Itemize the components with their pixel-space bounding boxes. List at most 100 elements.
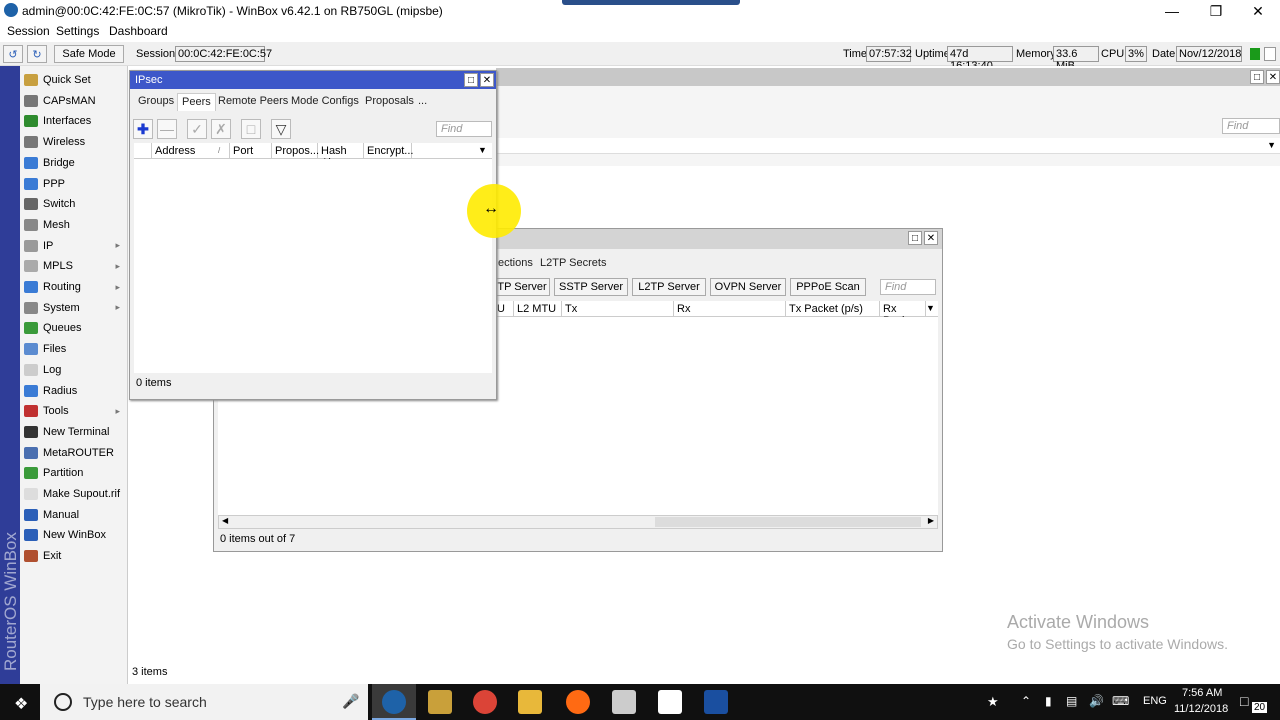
sidebar-item-ppp[interactable]: PPP — [20, 174, 128, 194]
battery-icon[interactable]: ▮ — [1045, 694, 1052, 708]
sidebar-item-exit[interactable]: Exit — [20, 546, 128, 566]
chrome-icon[interactable] — [473, 690, 497, 714]
back-window-maximize-button[interactable]: □ — [1250, 70, 1264, 84]
ovpn-server-button[interactable]: OVPN Server — [710, 278, 786, 296]
keyboard-icon[interactable]: ⌨ — [1112, 694, 1129, 708]
sidebar-item-new-winbox[interactable]: New WinBox — [20, 525, 128, 545]
sidebar-item-switch[interactable]: Switch — [20, 194, 128, 214]
sidebar-item-metarouter[interactable]: MetaROUTER — [20, 443, 128, 463]
column-header-tx-packet[interactable]: Tx Packet (p/s) — [786, 301, 880, 317]
taskbar-time[interactable]: 7:56 AM — [1182, 687, 1222, 699]
sidebar-item-mesh[interactable]: Mesh — [20, 215, 128, 235]
column-header-proposal[interactable]: Propos... — [272, 143, 319, 159]
back-window-titlebar[interactable] — [496, 68, 1280, 86]
tab-l2tp-secrets[interactable]: L2TP Secrets — [536, 255, 610, 273]
minimize-button[interactable]: — — [1150, 0, 1194, 22]
l2tp-server-button[interactable]: L2TP Server — [632, 278, 706, 296]
tab-mode-configs[interactable]: Mode Configs — [287, 93, 363, 111]
hide-passwords-checkbox[interactable] — [1264, 47, 1276, 61]
firefox-icon[interactable] — [566, 690, 590, 714]
app-icon[interactable] — [518, 690, 542, 714]
tab-connections[interactable]: ections — [494, 255, 537, 273]
taskbar-winbox-app[interactable] — [372, 684, 416, 720]
scroll-right-icon[interactable]: ▶ — [928, 516, 934, 525]
taskbar-search-box[interactable]: Type here to search 🎤 — [40, 684, 368, 720]
column-header-hash[interactable]: Hash Al... — [318, 143, 364, 169]
action-center-icon[interactable]: □ — [1240, 693, 1248, 709]
ppp-find-input[interactable]: Find — [880, 279, 936, 295]
column-header-rx-packet[interactable]: Rx Pack — [880, 301, 926, 327]
redo-button[interactable]: ↻ — [27, 45, 47, 63]
sidebar-item-bridge[interactable]: Bridge — [20, 153, 128, 173]
ipsec-column-dropdown-icon[interactable]: ▼ — [478, 145, 487, 155]
close-button[interactable]: ✕ — [1236, 0, 1280, 22]
disable-button[interactable]: ✗ — [211, 119, 231, 139]
sidebar-item-partition[interactable]: Partition — [20, 463, 128, 483]
menu-dashboard[interactable]: Dashboard — [109, 24, 168, 38]
sidebar-item-make-supout-rif[interactable]: Make Supout.rif — [20, 484, 128, 504]
tab-groups[interactable]: Groups — [134, 93, 178, 111]
sidebar-item-routing[interactable]: Routing ▸ — [20, 277, 128, 297]
comment-button[interactable]: □ — [241, 119, 261, 139]
sidebar-item-log[interactable]: Log — [20, 360, 128, 380]
pptp-server-button[interactable]: TP Server — [494, 278, 550, 296]
ipsec-window-titlebar[interactable]: IPsec □ ✕ — [130, 71, 496, 89]
ipsec-maximize-button[interactable]: □ — [464, 73, 478, 87]
ppp-maximize-button[interactable]: □ — [908, 231, 922, 245]
microphone-icon[interactable]: 🎤 — [342, 693, 359, 710]
filter-button[interactable]: ▽ — [271, 119, 291, 139]
ppp-close-button[interactable]: ✕ — [924, 231, 938, 245]
windows-start-icon[interactable]: ❖ — [14, 694, 28, 714]
column-header-tx[interactable]: Tx — [562, 301, 674, 317]
people-icon[interactable]: ★ — [987, 694, 999, 710]
ppp-column-dropdown-icon[interactable]: ▼ — [926, 303, 935, 313]
column-header-port[interactable]: Port — [230, 143, 272, 159]
pppoe-scan-button[interactable]: PPPoE Scan — [790, 278, 866, 296]
sidebar-item-manual[interactable]: Manual — [20, 505, 128, 525]
tab-proposals[interactable]: Proposals — [361, 93, 418, 111]
sidebar-item-wireless[interactable]: Wireless — [20, 132, 128, 152]
file-explorer-icon[interactable] — [428, 690, 452, 714]
scroll-left-icon[interactable]: ◀ — [222, 516, 228, 525]
restore-button[interactable]: ❐ — [1194, 0, 1238, 22]
taskbar-date[interactable]: 11/12/2018 — [1174, 703, 1228, 715]
scroll-thumb[interactable] — [655, 517, 921, 527]
ipsec-find-input[interactable]: Find — [436, 121, 492, 137]
snipping-tool-icon[interactable] — [612, 690, 636, 714]
sidebar-item-mpls[interactable]: MPLS ▸ — [20, 256, 128, 276]
sidebar-item-interfaces[interactable]: Interfaces — [20, 111, 128, 131]
pdf-icon[interactable] — [658, 690, 682, 714]
monitor-app-icon[interactable] — [704, 690, 728, 714]
sidebar-item-queues[interactable]: Queues — [20, 318, 128, 338]
menu-settings[interactable]: Settings — [56, 24, 99, 38]
sidebar-item-radius[interactable]: Radius — [20, 381, 128, 401]
column-header-mtu[interactable]: U — [494, 301, 514, 317]
back-window-find-input[interactable]: Find — [1222, 118, 1280, 134]
sidebar-item-tools[interactable]: Tools ▸ — [20, 401, 128, 421]
sstp-server-button[interactable]: SSTP Server — [554, 278, 628, 296]
add-button[interactable]: ✚ — [133, 119, 153, 139]
back-window-column-dropdown-icon[interactable]: ▼ — [1267, 140, 1276, 150]
menu-session[interactable]: Session — [7, 24, 50, 38]
sidebar-item-system[interactable]: System ▸ — [20, 298, 128, 318]
column-header-rx[interactable]: Rx — [674, 301, 786, 317]
sidebar-item-ip[interactable]: IP ▸ — [20, 236, 128, 256]
sidebar-item-files[interactable]: Files — [20, 339, 128, 359]
ipsec-close-button[interactable]: ✕ — [480, 73, 494, 87]
network-icon[interactable]: ▤ — [1066, 694, 1077, 708]
column-header-l2-mtu[interactable]: L2 MTU — [514, 301, 562, 317]
enable-button[interactable]: ✓ — [187, 119, 207, 139]
ppp-horizontal-scrollbar[interactable]: ◀ ▶ — [218, 515, 938, 529]
remove-button[interactable]: — — [157, 119, 177, 139]
tray-chevron-icon[interactable]: ⌃ — [1021, 694, 1031, 708]
safe-mode-button[interactable]: Safe Mode — [54, 45, 124, 63]
sidebar-item-quick-set[interactable]: Quick Set — [20, 70, 128, 90]
column-header-flags[interactable] — [134, 143, 152, 159]
undo-button[interactable]: ↺ — [3, 45, 23, 63]
tab-remote-peers[interactable]: Remote Peers — [214, 93, 292, 111]
tab-more[interactable]: ... — [414, 93, 431, 111]
column-header-encryption[interactable]: Encrypt... — [364, 143, 413, 159]
tab-peers[interactable]: Peers — [177, 93, 216, 111]
sidebar-item-new-terminal[interactable]: New Terminal — [20, 422, 128, 442]
back-window-close-button[interactable]: ✕ — [1266, 70, 1280, 84]
